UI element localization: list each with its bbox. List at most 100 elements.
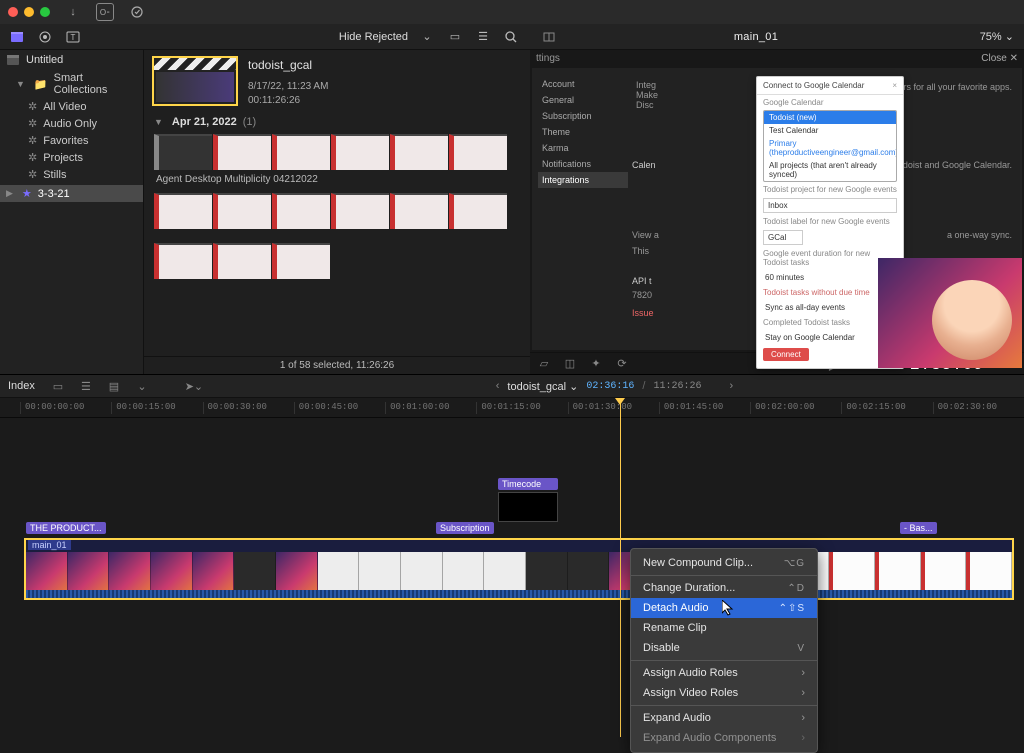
primary-storyline-clip[interactable]: main_01: [24, 538, 1014, 600]
sync-option[interactable]: Sync as all-day events: [763, 301, 897, 314]
search-icon[interactable]: [502, 28, 520, 46]
clip-thumb[interactable]: [390, 193, 448, 229]
sidebar-item-favorites[interactable]: ✲Favorites: [0, 132, 143, 149]
pointer-tool-icon[interactable]: ➤⌄: [185, 378, 203, 394]
tl-tool-4[interactable]: ⌄: [133, 378, 151, 394]
disclosure-icon[interactable]: ▼: [154, 117, 163, 127]
marker-tag[interactable]: Subscription: [436, 522, 494, 534]
clip-thumb[interactable]: [390, 134, 448, 170]
clip-thumb[interactable]: [154, 134, 212, 170]
timeline-name[interactable]: todoist_gcal ⌄: [507, 380, 578, 393]
sidebar-item-all-video[interactable]: ✲All Video: [0, 98, 143, 115]
modal-close-icon[interactable]: ×: [892, 81, 897, 90]
clip-thumb[interactable]: [272, 243, 330, 279]
zoom-window-icon[interactable]: [40, 7, 50, 17]
settings-nav-item[interactable]: Account: [538, 76, 628, 92]
clip-thumb[interactable]: [449, 134, 507, 170]
disclosure-icon[interactable]: ▶: [6, 188, 13, 199]
clip-thumb[interactable]: [272, 134, 330, 170]
gear-icon: ✲: [28, 100, 37, 113]
library-row[interactable]: Untitled: [0, 50, 143, 70]
timeline-back-icon[interactable]: ‹: [496, 380, 500, 392]
clip-thumb[interactable]: [213, 134, 271, 170]
audio-waveform[interactable]: [26, 590, 1012, 598]
filmstrip-1[interactable]: [144, 132, 530, 172]
menu-expand-audio-components[interactable]: Expand Audio Components›: [631, 728, 817, 748]
settings-nav-item[interactable]: Theme: [538, 124, 628, 140]
settings-nav-item[interactable]: General: [538, 92, 628, 108]
tl-tool-2[interactable]: ☰: [77, 378, 95, 394]
project-thumbnail[interactable]: [152, 56, 238, 106]
enhance-icon[interactable]: ✦: [588, 356, 604, 372]
minimize-window-icon[interactable]: [24, 7, 34, 17]
disclosure-icon[interactable]: ▼: [16, 79, 25, 89]
zoom-level[interactable]: 75% ⌄: [954, 30, 1024, 43]
list-view-icon[interactable]: ☰: [474, 28, 492, 46]
event-header[interactable]: ▼ Apr 21, 2022 (1): [144, 110, 530, 132]
close-window-icon[interactable]: [8, 7, 18, 17]
sidebar-item-stills[interactable]: ✲Stills: [0, 166, 143, 183]
crop-icon[interactable]: ◫: [562, 356, 578, 372]
clip-thumb[interactable]: [213, 193, 271, 229]
clip-appearance-icon[interactable]: ▭: [446, 28, 464, 46]
menu-expand-audio[interactable]: Expand Audio›: [631, 705, 817, 728]
filmstrip-2[interactable]: [144, 191, 530, 231]
timeline-index-button[interactable]: Index: [8, 380, 35, 392]
menu-change-duration[interactable]: Change Duration...⌃D: [631, 575, 817, 598]
connect-button[interactable]: Connect: [763, 348, 809, 361]
clip-thumb[interactable]: [154, 243, 212, 279]
import-icon[interactable]: ↓: [64, 3, 82, 21]
menu-new-compound-clip[interactable]: New Compound Clip...⌥G: [631, 553, 817, 573]
titlebar: ↓ O⁃: [0, 0, 1024, 24]
library-icon[interactable]: [8, 28, 26, 46]
settings-nav-item[interactable]: Subscription: [538, 108, 628, 124]
calendar-dropdown[interactable]: Todoist (new) Test Calendar Primary (the…: [763, 110, 897, 182]
smart-collections-row[interactable]: ▼ 📁 Smart Collections: [0, 70, 143, 98]
timeline[interactable]: Timecode THE PRODUCT... Subscription - B…: [0, 418, 1024, 713]
retime-icon[interactable]: ⟳: [614, 356, 630, 372]
clip-thumb[interactable]: [213, 243, 271, 279]
keyword-icon[interactable]: O⁃: [96, 3, 114, 21]
tl-tool-1[interactable]: ▭: [49, 378, 67, 394]
menu-assign-audio-roles[interactable]: Assign Audio Roles›: [631, 660, 817, 683]
window-controls[interactable]: [8, 7, 50, 17]
gear-icon: ✲: [28, 117, 37, 130]
sidebar-item-projects[interactable]: ✲Projects: [0, 149, 143, 166]
duration-input[interactable]: 60 minutes: [763, 271, 897, 284]
titles-icon[interactable]: T: [64, 28, 82, 46]
clip-thumb[interactable]: [449, 193, 507, 229]
render-icon[interactable]: [128, 3, 146, 21]
transform-icon[interactable]: ▱: [536, 356, 552, 372]
marker-tag[interactable]: THE PRODUCT...: [26, 522, 106, 534]
clip-thumb[interactable]: [331, 193, 389, 229]
tl-tool-3[interactable]: ▤: [105, 378, 123, 394]
label-input[interactable]: GCal: [763, 230, 803, 245]
clip-thumb[interactable]: [154, 193, 212, 229]
clip-thumb[interactable]: [331, 134, 389, 170]
menu-disable[interactable]: DisableV: [631, 638, 817, 658]
settings-nav-item[interactable]: Karma: [538, 140, 628, 156]
filmstrip-3[interactable]: [144, 241, 530, 281]
project-input[interactable]: Inbox: [763, 198, 897, 213]
timecode-generator[interactable]: Timecode: [498, 478, 558, 522]
sidebar-item-audio-only[interactable]: ✲Audio Only: [0, 115, 143, 132]
viewer-scope-icon[interactable]: [540, 28, 558, 46]
completed-option[interactable]: Stay on Google Calendar: [763, 331, 897, 344]
hide-rejected-button[interactable]: Hide Rejected: [339, 31, 408, 43]
filter-dropdown-icon[interactable]: ⌄: [418, 28, 436, 46]
close-button[interactable]: Close ✕: [981, 53, 1018, 64]
settings-nav-item-active[interactable]: Integrations: [538, 172, 628, 188]
context-menu: New Compound Clip...⌥G Change Duration..…: [630, 548, 818, 753]
marker-tag[interactable]: - Bas...: [900, 522, 937, 534]
clip-thumb[interactable]: [272, 193, 330, 229]
photos-icon[interactable]: [36, 28, 54, 46]
timeline-fwd-icon[interactable]: ›: [730, 380, 734, 392]
playhead[interactable]: [620, 398, 621, 737]
ruler-tick: 00:00:15:00: [111, 402, 202, 414]
menu-rename-clip[interactable]: Rename Clip: [631, 618, 817, 638]
sidebar-event-selected[interactable]: ▶ ★ 3-3-21: [0, 185, 143, 202]
settings-nav-item[interactable]: Notifications: [538, 156, 628, 172]
menu-assign-video-roles[interactable]: Assign Video Roles›: [631, 683, 817, 703]
timeline-ruler[interactable]: 00:00:00:00 00:00:15:00 00:00:30:00 00:0…: [0, 398, 1024, 418]
viewer-canvas[interactable]: Account General Subscription Theme Karma…: [532, 68, 1022, 350]
